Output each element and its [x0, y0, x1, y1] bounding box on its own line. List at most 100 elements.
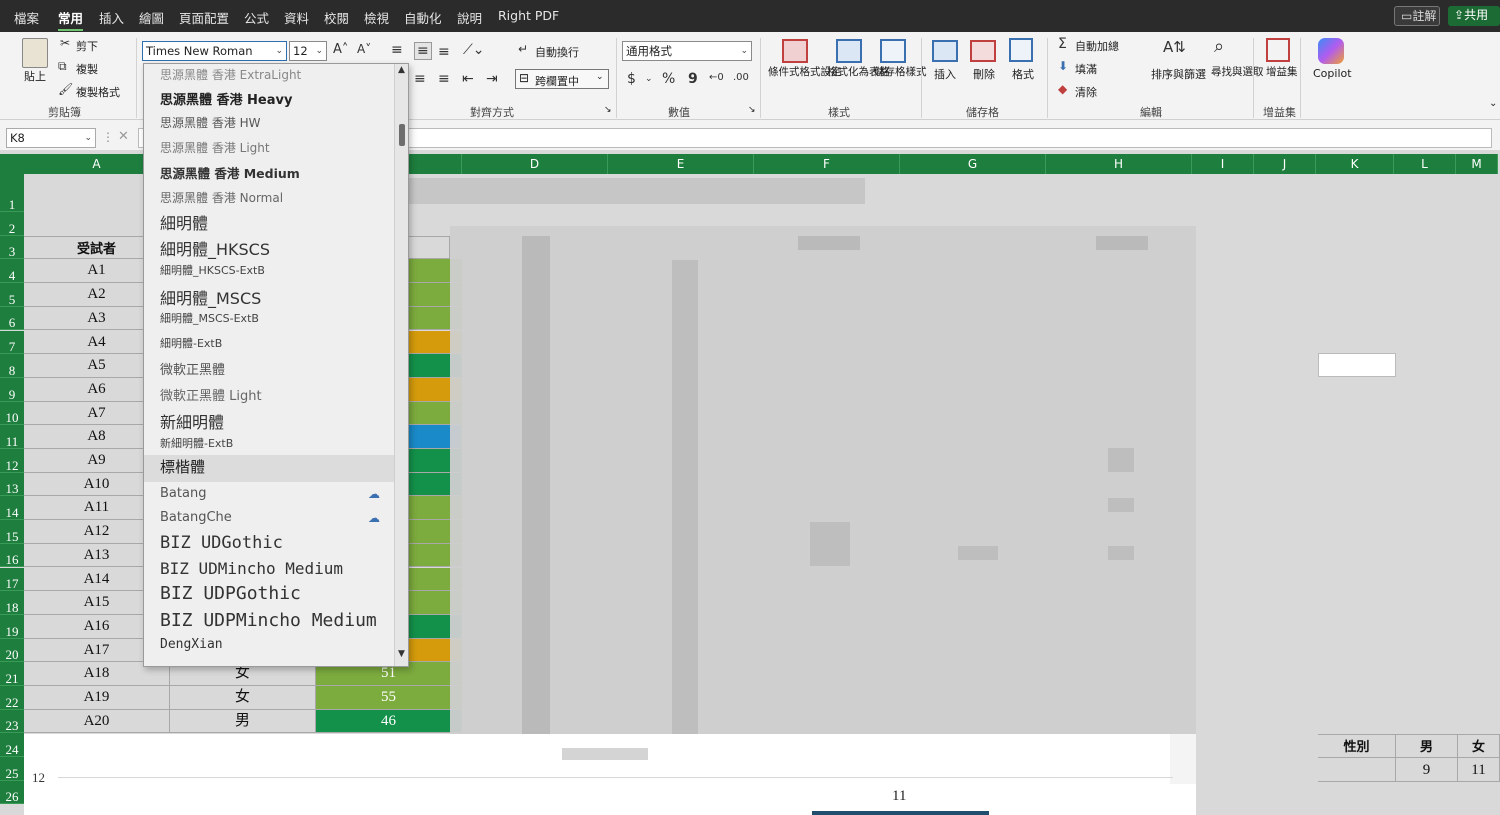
align-top-icon[interactable]: ≡	[391, 42, 403, 58]
currency-button[interactable]: $	[627, 71, 636, 87]
align-center-icon[interactable]: ≡	[414, 71, 426, 87]
number-format-combo[interactable]: 通用格式 ⌄	[622, 41, 752, 61]
decrease-decimal-icon[interactable]: .00	[733, 72, 749, 83]
row-header-22[interactable]: 22	[0, 686, 24, 710]
menu-page-layout[interactable]: 頁面配置	[179, 8, 229, 27]
menu-formulas[interactable]: 公式	[244, 8, 269, 27]
subject-cell[interactable]: A20	[24, 709, 170, 734]
chevron-down-icon[interactable]: ⌄	[1489, 98, 1497, 109]
font-list-item[interactable]: 思源黑體 香港 Heavy	[160, 89, 292, 108]
row-header-1[interactable]: 1	[0, 174, 24, 212]
font-list-item[interactable]: 細明體-ExtB	[160, 335, 222, 351]
row-header-16[interactable]: 16	[0, 543, 24, 568]
font-list-item[interactable]: DengXian	[160, 637, 223, 652]
font-list-item[interactable]: 細明體	[160, 210, 208, 234]
wrap-text-button[interactable]: 自動換行	[535, 44, 579, 60]
delete-cells-button[interactable]: 刪除	[973, 66, 995, 82]
summary-female-count[interactable]: 11	[1458, 758, 1500, 782]
row-header-18[interactable]: 18	[0, 591, 24, 615]
clear-button[interactable]: 清除	[1075, 84, 1097, 100]
font-list-item[interactable]: BIZ UDMincho Medium	[160, 559, 343, 578]
cloud-download-icon[interactable]: ☁	[368, 511, 380, 525]
row-header-26[interactable]: 26	[0, 780, 24, 805]
font-list-item[interactable]: BIZ UDGothic	[160, 533, 283, 553]
format-painter-button[interactable]: 複製格式	[76, 84, 120, 100]
summary-empty-cell[interactable]	[1318, 758, 1396, 782]
copy-button[interactable]: 複製	[76, 61, 98, 77]
dialog-launcher-icon[interactable]: ↘	[748, 105, 756, 115]
menu-right-pdf[interactable]: Right PDF	[498, 8, 559, 23]
find-select-button[interactable]: 尋找與選取	[1211, 66, 1264, 79]
font-dropdown-list[interactable]: 思源黑體 香港 ExtraLight 思源黑體 香港 Heavy 思源黑體 香港 H…	[143, 63, 409, 667]
select-all-button[interactable]	[0, 154, 24, 174]
align-right-icon[interactable]: ≡	[438, 71, 450, 87]
font-list-item[interactable]: BIZ UDPMincho Medium	[160, 610, 377, 631]
menu-view[interactable]: 檢視	[364, 8, 389, 27]
row-header-12[interactable]: 12	[0, 449, 24, 473]
menu-home[interactable]: 常用	[58, 8, 84, 31]
column-header-J[interactable]: J	[1254, 154, 1316, 174]
increase-decimal-icon[interactable]: ←0	[709, 72, 724, 83]
font-list-item[interactable]: 思源黑體 香港 Light	[160, 139, 270, 156]
row-header-13[interactable]: 13	[0, 472, 24, 497]
column-header-H[interactable]: H	[1046, 154, 1192, 174]
font-list-item[interactable]: 細明體_MSCS	[160, 285, 261, 309]
row-header-7[interactable]: 7	[0, 330, 24, 355]
font-list-item[interactable]: 新細明體	[160, 409, 224, 433]
font-list-item[interactable]: 細明體_MSCS-ExtB	[160, 310, 259, 326]
column-header-L[interactable]: L	[1394, 154, 1456, 174]
cloud-download-icon[interactable]: ☁	[368, 487, 380, 501]
font-list-item[interactable]: 細明體_HKSCS-ExtB	[160, 262, 265, 278]
row-header-5[interactable]: 5	[0, 283, 24, 307]
summary-female-header[interactable]: 女	[1458, 734, 1500, 758]
close-icon[interactable]: ✕	[118, 129, 129, 144]
row-header-14[interactable]: 14	[0, 496, 24, 521]
conditional-format-button[interactable]: 條件式格式設定	[768, 66, 842, 79]
font-list-item[interactable]: 細明體_HKSCS	[160, 236, 270, 260]
insert-cells-button[interactable]: 插入	[934, 66, 956, 82]
column-header-D[interactable]: D	[462, 154, 608, 174]
fill-button[interactable]: 填滿	[1075, 61, 1097, 77]
column-header-E[interactable]: E	[608, 154, 754, 174]
align-middle-icon[interactable]: ≡	[414, 42, 432, 60]
column-header-F[interactable]: F	[754, 154, 900, 174]
name-box[interactable]: K8 ⌄	[6, 128, 96, 148]
decrease-indent-icon[interactable]: ⇤	[462, 71, 474, 87]
font-list-item[interactable]: 標楷體	[160, 456, 205, 477]
gender-cell[interactable]: 女	[170, 686, 316, 710]
row-header-2[interactable]: 2	[0, 212, 24, 236]
menu-insert[interactable]: 插入	[99, 8, 124, 27]
row-header-4[interactable]: 4	[0, 259, 24, 284]
embedded-chart[interactable]	[24, 734, 1196, 815]
font-list-item[interactable]: 思源黑體 香港 Normal	[160, 189, 283, 206]
font-list-item[interactable]: BatangChe	[160, 510, 232, 525]
row-header-3[interactable]: 3	[0, 235, 24, 260]
copilot-button[interactable]: Copilot	[1313, 67, 1352, 80]
percent-button[interactable]: %	[662, 71, 675, 87]
font-list-item[interactable]: BIZ UDPGothic	[160, 583, 301, 604]
row-header-19[interactable]: 19	[0, 614, 24, 639]
format-as-table-button[interactable]: 格式化為表格	[827, 66, 890, 79]
font-name-combo[interactable]: Times New Roman ⌄	[142, 41, 287, 61]
font-list-item[interactable]: 微軟正黑體	[160, 359, 225, 378]
paste-button[interactable]: 貼上	[24, 68, 46, 84]
font-list-item[interactable]: Batang	[160, 486, 206, 501]
gender-cell[interactable]: 男	[170, 709, 316, 734]
scroll-up-icon[interactable]: ▲	[398, 65, 405, 75]
row-header-9[interactable]: 9	[0, 377, 24, 402]
column-header-K[interactable]: K	[1316, 154, 1394, 174]
score-cell[interactable]: 46	[316, 709, 462, 734]
summary-male-header[interactable]: 男	[1396, 734, 1458, 758]
cell-styles-button[interactable]: 儲存格樣式	[874, 66, 927, 79]
format-cells-button[interactable]: 格式	[1012, 66, 1034, 82]
orientation-icon[interactable]: ⟋⌄	[463, 42, 485, 58]
row-header-11[interactable]: 11	[0, 425, 24, 449]
font-size-combo[interactable]: 12 ⌄	[289, 41, 327, 61]
row-header-20[interactable]: 20	[0, 638, 24, 663]
row-header-17[interactable]: 17	[0, 567, 24, 592]
font-list-item[interactable]: 思源黑體 香港 ExtraLight	[160, 66, 301, 83]
sort-filter-button[interactable]: 排序與篩選	[1151, 66, 1206, 82]
row-header-24[interactable]: 24	[0, 733, 24, 758]
cut-button[interactable]: 剪下	[76, 38, 98, 54]
column-header-M[interactable]: M	[1456, 154, 1498, 174]
